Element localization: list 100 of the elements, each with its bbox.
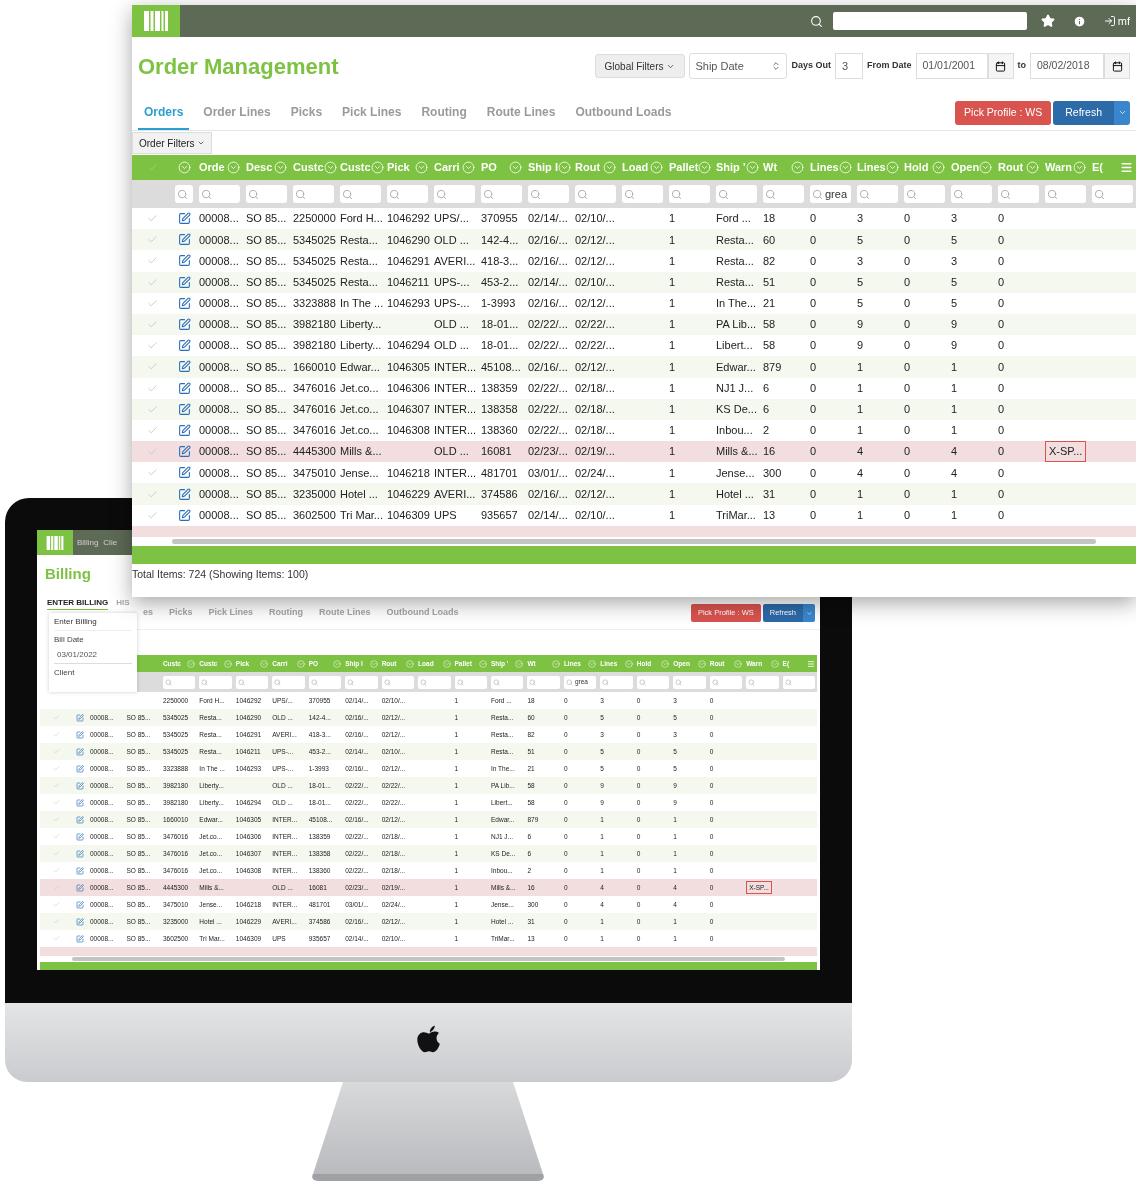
check-icon[interactable] — [146, 424, 158, 436]
menu-icon[interactable] — [807, 659, 816, 668]
chevron-circle-icon[interactable] — [650, 161, 663, 174]
chevron-circle-icon[interactable] — [260, 659, 269, 668]
refresh-button[interactable]: Refresh — [1053, 100, 1114, 125]
filter-field[interactable] — [246, 185, 287, 203]
filter-field[interactable] — [763, 185, 804, 203]
chevron-circle-icon[interactable] — [791, 161, 804, 174]
check-icon[interactable] — [146, 509, 158, 521]
horizontal-scrollbar[interactable] — [172, 538, 1096, 544]
table-row[interactable]: 00008... SO 85... 5345025 Resta... 1046290 OLD ... 142-4... 02/16/... 02/12/... 1 Resta... 60 0 5 0 5 0 — [132, 229, 1136, 251]
chevron-circle-icon[interactable] — [1026, 161, 1039, 174]
column-header[interactable]: Load — [622, 159, 649, 176]
chevron-circle-icon[interactable] — [1073, 161, 1086, 174]
chevron-circle-icon[interactable] — [603, 161, 616, 174]
filter-field[interactable] — [199, 675, 232, 689]
column-header[interactable]: Pallet — [669, 159, 699, 176]
chevron-circle-icon[interactable] — [515, 659, 524, 668]
column-header[interactable]: Custc — [340, 159, 371, 176]
chevron-circle-icon[interactable] — [479, 659, 487, 668]
filter-field[interactable] — [904, 185, 945, 203]
edit-icon[interactable] — [76, 866, 84, 875]
select-field[interactable]: Ship Date — [689, 53, 788, 79]
table-row[interactable]: 00008... SO 85... 3476016 Jet.co... 1046307 INTER... 138358 02/22/... 02/18/... 1 KS De... 6 0 1 0 1 0 — [132, 398, 1136, 420]
table-row[interactable]: 00008... SO 85... 3476016 Jet.co... 1046308 INTER... 138360 02/22/... 02/18/... 1 Inbou... 2 0 1 0 1 0 — [132, 419, 1136, 442]
tab[interactable]: HIS — [116, 596, 130, 610]
filter-field[interactable] — [528, 185, 569, 203]
filter-field[interactable] — [673, 675, 706, 689]
filter-field[interactable] — [716, 185, 757, 203]
column-header[interactable]: Orde — [199, 159, 225, 176]
filter-field[interactable] — [345, 675, 378, 689]
chevron-circle-icon[interactable] — [838, 161, 852, 174]
edit-icon[interactable] — [177, 339, 191, 353]
chevron-circle-icon[interactable] — [223, 659, 232, 668]
filter-field[interactable] — [600, 675, 633, 689]
chevron-circle-icon[interactable] — [885, 161, 899, 174]
filter-field[interactable] — [175, 185, 193, 203]
table-row[interactable]: 00008... SO 85... 1660010 Edwar... 1046305 INTER... 45108... 02/16/... 02/12/... 1 Edwar... 879 0 1 0 1 0 — [132, 356, 1136, 378]
logo-icon[interactable] — [144, 11, 168, 31]
edit-icon[interactable] — [177, 466, 191, 480]
table-row[interactable]: 00008... SO 85... 3235000 Hotel ... 1046229 AVERI... 374586 02/16/... 02/12/... 1 Hotel ... 31 0 1 0 1 0 — [132, 483, 1136, 505]
input-field[interactable]: 08/02/2018 — [1030, 53, 1104, 79]
chevron-circle-icon[interactable] — [227, 161, 240, 174]
check-icon[interactable] — [146, 276, 158, 288]
table-row[interactable]: 00008... SO 85... 3602500 Tri Mar... 1046309 UPS 935657 02/14/... 02/10/... 1 TriMar... 13 0 1 0 1 0 — [132, 504, 1136, 526]
edit-icon[interactable] — [76, 883, 84, 892]
star-icon[interactable] — [1040, 14, 1055, 28]
date-field[interactable]: 03/01/2022 — [54, 649, 132, 664]
edit-icon[interactable] — [76, 747, 84, 756]
search-icon[interactable] — [809, 14, 823, 28]
edit-icon[interactable] — [177, 275, 191, 289]
filter-field[interactable] — [527, 675, 560, 689]
chevron-circle-icon[interactable] — [979, 161, 993, 174]
table-row[interactable]: 00008... SO 85... 3475010 Jense... 1046218 INTER... 481701 03/01/... 02/24/... 1 Jense... 300 0 4 0 4 0 — [132, 462, 1136, 484]
logo-icon[interactable] — [46, 535, 64, 550]
column-header[interactable]: E( — [1092, 159, 1103, 176]
column-header[interactable]: Ship I — [528, 159, 558, 176]
table-row[interactable]: 00008... SO 85... 5345025 Resta... 1046291 AVERI... 418-3... 02/16/... 02/12/... 1 Resta... 82 0 3 0 3 0 — [132, 250, 1136, 272]
chevron-circle-icon[interactable] — [274, 161, 287, 174]
column-header[interactable]: Lines — [857, 159, 886, 176]
filter-field[interactable] — [575, 185, 616, 203]
filter-field[interactable] — [622, 185, 663, 203]
filter-field[interactable] — [434, 185, 475, 203]
chevron-circle-icon[interactable] — [369, 659, 378, 668]
chevron-circle-icon[interactable] — [406, 659, 415, 668]
column-header[interactable]: Wt — [763, 159, 778, 176]
global-filters-button[interactable]: Global Filters — [594, 54, 686, 78]
edit-icon[interactable] — [76, 815, 84, 824]
filter-field[interactable] — [1092, 185, 1133, 203]
column-header[interactable]: Open — [951, 159, 980, 176]
input-field[interactable]: 01/01/2001 — [915, 53, 988, 79]
tab[interactable]: Outbound Loads — [569, 95, 678, 130]
chevron-circle-icon[interactable] — [462, 161, 475, 174]
dropdown-button[interactable] — [803, 604, 815, 622]
check-icon[interactable] — [146, 488, 158, 500]
tab[interactable]: es — [137, 606, 159, 620]
profile-button[interactable]: Pick Profile : WS — [955, 100, 1052, 125]
edit-icon[interactable] — [76, 849, 84, 858]
column-header[interactable]: Desc — [246, 159, 273, 176]
filter-field[interactable] — [709, 675, 743, 689]
filter-field[interactable] — [308, 675, 342, 689]
column-header[interactable]: Hold — [904, 159, 929, 176]
column-header[interactable]: Lines — [810, 159, 839, 176]
column-header[interactable]: Warn — [1045, 159, 1073, 176]
filter-field[interactable] — [418, 675, 451, 689]
tab[interactable]: Routing — [415, 95, 473, 130]
nav-link[interactable]: Billing — [77, 536, 99, 549]
tab[interactable]: Order Lines — [197, 95, 277, 130]
chevron-circle-icon[interactable] — [734, 659, 743, 668]
tab[interactable]: ENTER BILLING — [47, 596, 109, 610]
filter-field[interactable] — [1045, 185, 1086, 203]
search-field[interactable] — [832, 12, 1027, 30]
filter-field[interactable]: grea — [810, 185, 851, 203]
chevron-circle-icon[interactable] — [932, 161, 945, 174]
column-header[interactable]: PO — [481, 159, 497, 176]
edit-icon[interactable] — [177, 445, 191, 459]
edit-icon[interactable] — [177, 233, 191, 247]
chevron-circle-icon[interactable] — [187, 659, 196, 668]
filter-field[interactable] — [454, 675, 487, 689]
chevron-circle-icon[interactable] — [177, 161, 191, 174]
